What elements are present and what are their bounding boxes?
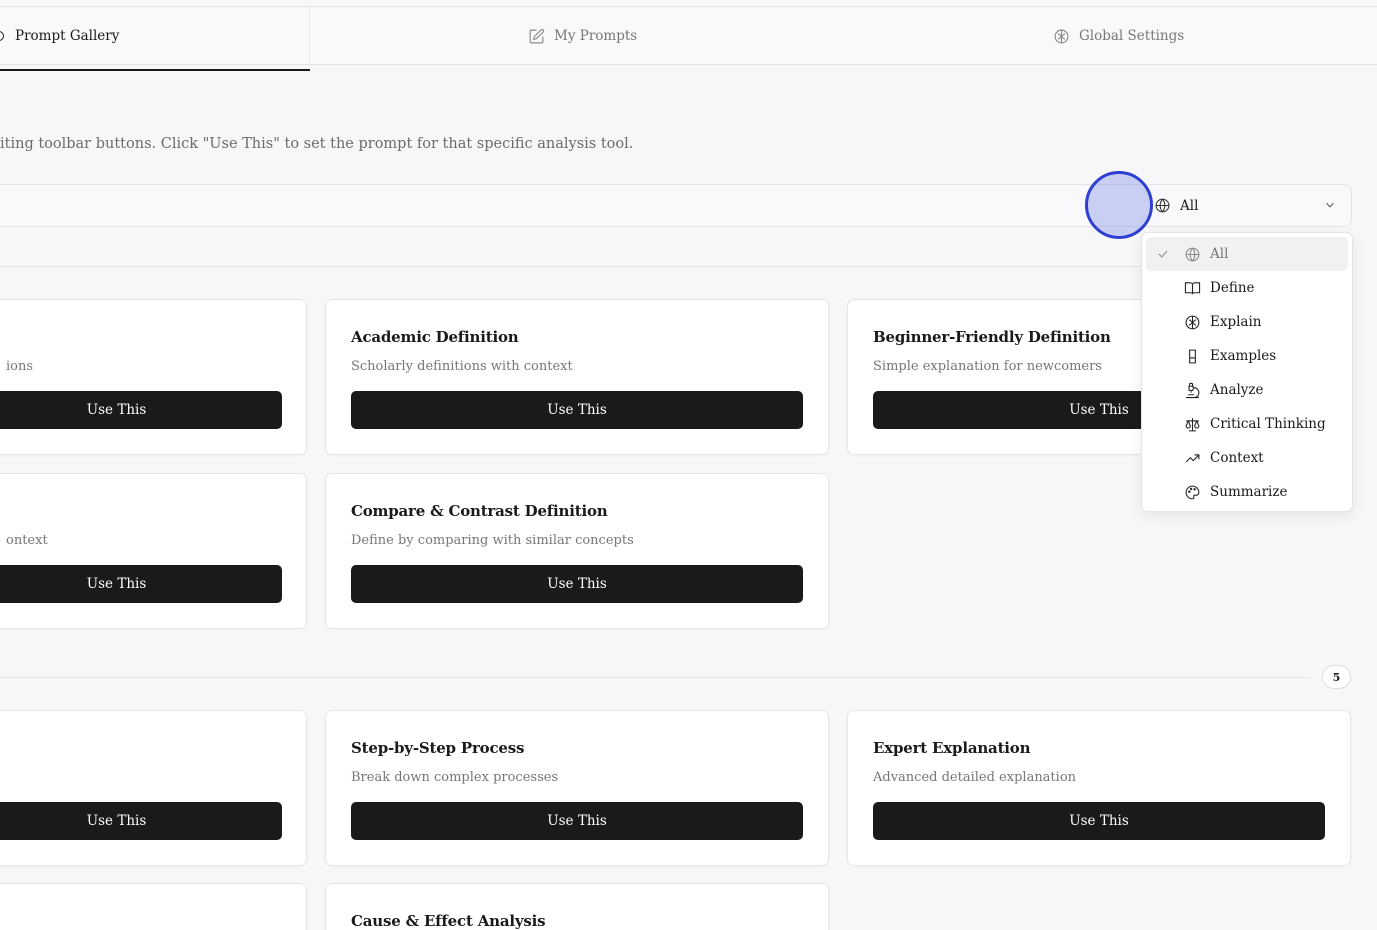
tab-prompt-gallery[interactable]: Prompt Gallery bbox=[0, 7, 310, 65]
cursor-highlight bbox=[1085, 171, 1153, 239]
chevron-down-icon bbox=[1326, 202, 1334, 208]
gallery-icon bbox=[0, 31, 4, 41]
trending-up-icon bbox=[1185, 453, 1200, 462]
use-this-button[interactable]: Use This bbox=[0, 802, 282, 840]
prompt-card: Expert Explanation Advanced detailed exp… bbox=[847, 710, 1351, 866]
tab-prompt-gallery-label: Prompt Gallery bbox=[15, 28, 120, 44]
globe-icon bbox=[1155, 198, 1170, 213]
prompt-card: ontext Use This bbox=[0, 473, 307, 629]
prompt-card: ions Use This bbox=[0, 299, 307, 455]
dropdown-option-analyze[interactable]: Analyze bbox=[1146, 373, 1348, 407]
dropdown-option-label: Context bbox=[1210, 450, 1264, 466]
dropdown-option-examples[interactable]: Examples bbox=[1146, 339, 1348, 373]
check-icon bbox=[1158, 250, 1168, 258]
card-title: Expert Explanation bbox=[873, 739, 1031, 757]
dropdown-option-label: Define bbox=[1210, 280, 1255, 296]
card-title: Beginner-Friendly Definition bbox=[873, 328, 1111, 346]
tab-global-settings-label: Global Settings bbox=[1079, 28, 1185, 44]
tab-bar: Prompt Gallery My Prompts Global Setting… bbox=[0, 7, 1377, 71]
dropdown-option-critical-thinking[interactable]: Critical Thinking bbox=[1146, 407, 1348, 441]
dropdown-option-label: Summarize bbox=[1210, 484, 1288, 500]
prompt-card: Use This bbox=[0, 710, 307, 866]
dropdown-option-label: All bbox=[1210, 246, 1229, 262]
section-divider bbox=[0, 266, 1140, 267]
dropdown-option-define[interactable]: Define bbox=[1146, 271, 1348, 305]
prompt-card: Cause & Effect Analysis bbox=[325, 883, 829, 930]
edit-icon bbox=[529, 28, 545, 43]
dropdown-option-explain[interactable]: Explain bbox=[1146, 305, 1348, 339]
dropdown-option-summarize[interactable]: Summarize bbox=[1146, 475, 1348, 509]
dropdown-option-context[interactable]: Context bbox=[1146, 441, 1348, 475]
prompt-card: Compare & Contrast Definition Define by … bbox=[325, 473, 829, 629]
tab-my-prompts-label: My Prompts bbox=[554, 28, 638, 44]
card-description: Simple explanation for newcomers bbox=[873, 359, 1102, 374]
palette-icon bbox=[1185, 485, 1200, 499]
card-title: Compare & Contrast Definition bbox=[351, 502, 608, 520]
globe-icon bbox=[1185, 247, 1200, 261]
use-this-button[interactable]: Use This bbox=[351, 802, 803, 840]
card-description: ions bbox=[6, 359, 34, 374]
category-filter-select[interactable]: All bbox=[1152, 185, 1351, 226]
category-dropdown-menu: All Define Explain Examples Analyze Crit… bbox=[1141, 232, 1353, 512]
tab-global-settings[interactable]: Global Settings bbox=[1053, 7, 1184, 65]
flask-icon bbox=[1188, 349, 1197, 363]
brain-icon bbox=[1054, 29, 1069, 43]
microscope-icon bbox=[1186, 382, 1200, 398]
scale-icon bbox=[1185, 417, 1200, 431]
use-this-button[interactable]: Use This bbox=[0, 565, 282, 603]
card-description: Scholarly definitions with context bbox=[351, 359, 573, 374]
use-this-button[interactable]: Use This bbox=[351, 391, 803, 429]
dropdown-option-label: Critical Thinking bbox=[1210, 416, 1326, 432]
category-filter-value: All bbox=[1180, 197, 1199, 214]
card-title: Academic Definition bbox=[351, 328, 519, 346]
use-this-button[interactable]: Use This bbox=[351, 565, 803, 603]
section-count-badge: 5 bbox=[1322, 665, 1351, 689]
card-title: Cause & Effect Analysis bbox=[351, 912, 546, 930]
prompt-card: Academic Definition Scholarly definition… bbox=[325, 299, 829, 455]
dropdown-option-label: Explain bbox=[1210, 314, 1262, 330]
card-description: Advanced detailed explanation bbox=[873, 770, 1077, 785]
prompt-card: Step-by-Step Process Break down complex … bbox=[325, 710, 829, 866]
book-open-icon bbox=[1184, 281, 1201, 294]
dropdown-option-label: Examples bbox=[1210, 348, 1277, 364]
brain-icon bbox=[1185, 315, 1200, 329]
section-divider bbox=[0, 677, 1310, 678]
card-title: Step-by-Step Process bbox=[351, 739, 525, 757]
tab-my-prompts[interactable]: My Prompts bbox=[528, 7, 637, 65]
use-this-button[interactable]: Use This bbox=[873, 802, 1325, 840]
prompt-card bbox=[0, 883, 307, 930]
card-description: Define by comparing with similar concept… bbox=[351, 533, 634, 548]
use-this-button[interactable]: Use This bbox=[0, 391, 282, 429]
card-description: ontext bbox=[6, 533, 48, 548]
active-tab-indicator bbox=[0, 69, 310, 71]
dropdown-option-all[interactable]: All bbox=[1146, 237, 1348, 271]
card-description: Break down complex processes bbox=[351, 770, 559, 785]
gallery-description: iting toolbar buttons. Click "Use This" … bbox=[0, 136, 634, 152]
dropdown-option-label: Analyze bbox=[1210, 382, 1264, 398]
